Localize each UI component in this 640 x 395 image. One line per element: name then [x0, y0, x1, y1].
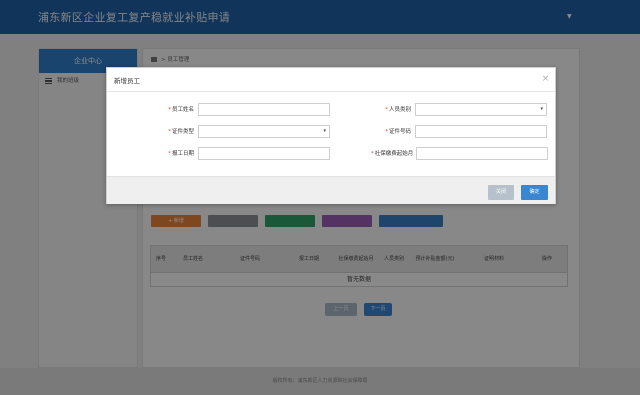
- field-row-id-number: *证件号码: [371, 124, 547, 138]
- field-row-social-start: *社保缴费起始月: [371, 146, 548, 160]
- required-marker: *: [168, 151, 171, 157]
- dialog-header: 新增员工 ×: [107, 68, 555, 92]
- chevron-down-icon: ▾: [323, 127, 326, 134]
- chevron-down-icon: ▾: [540, 105, 543, 112]
- required-marker: *: [385, 129, 388, 135]
- employee-name-input[interactable]: [198, 102, 330, 116]
- field-label: *证件类型: [168, 129, 194, 135]
- required-marker: *: [371, 151, 374, 157]
- close-icon[interactable]: ×: [541, 75, 550, 84]
- required-marker: *: [385, 107, 388, 113]
- social-insurance-start-input[interactable]: [416, 146, 548, 160]
- field-row-id-type: *证件类型 ▾: [154, 124, 330, 138]
- field-row-category: *人员类别 ▾: [371, 102, 547, 116]
- id-number-input[interactable]: [415, 124, 547, 138]
- field-label: *人员类别: [385, 107, 411, 113]
- field-label: *社保缴费起始月: [371, 151, 414, 157]
- field-row-report-date: *报工日期: [154, 146, 330, 160]
- id-type-select[interactable]: ▾: [198, 124, 330, 138]
- person-category-select[interactable]: ▾: [415, 102, 547, 116]
- report-date-input[interactable]: [198, 146, 330, 160]
- field-label: *证件号码: [385, 129, 411, 135]
- required-marker: *: [168, 129, 171, 135]
- add-employee-dialog: 新增员工 × *员工姓名 *人员类别 ▾ *证件类型 ▾ *证件号码 *报工日期…: [106, 67, 556, 204]
- confirm-button[interactable]: 确定: [521, 185, 548, 200]
- required-marker: *: [168, 107, 171, 113]
- field-label: *员工姓名: [168, 107, 194, 113]
- field-label: *报工日期: [168, 151, 194, 157]
- dialog-title: 新增员工: [114, 77, 140, 85]
- dialog-footer: 关闭 确定: [107, 176, 555, 204]
- field-row-name: *员工姓名: [154, 102, 330, 116]
- cancel-button[interactable]: 关闭: [488, 185, 514, 200]
